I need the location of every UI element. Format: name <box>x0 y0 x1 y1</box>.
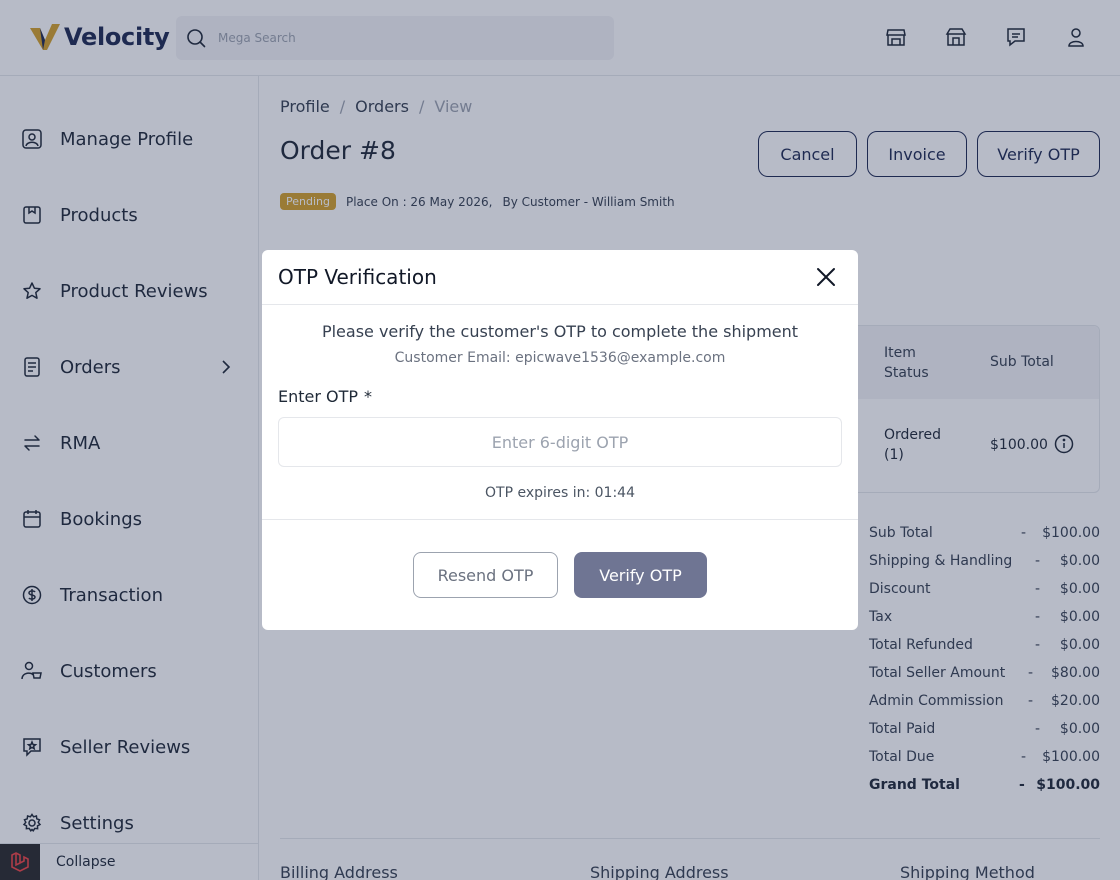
modal-message: Please verify the customer's OTP to comp… <box>321 322 799 341</box>
otp-expiry-timer: OTP expires in: 01:44 <box>485 485 635 501</box>
otp-input[interactable] <box>278 417 842 467</box>
otp-label: Enter OTP * <box>278 387 372 406</box>
customer-email: Customer Email: epicwave1536@example.com <box>394 350 726 366</box>
otp-verification-modal: OTP Verification Please verify the custo… <box>262 250 858 630</box>
modal-verify-otp-button[interactable]: Verify OTP <box>574 552 707 598</box>
modal-title: OTP Verification <box>278 265 437 289</box>
required-mark: * <box>364 387 373 406</box>
modal-header: OTP Verification <box>262 250 858 305</box>
otp-label-text: Enter OTP <box>278 387 359 406</box>
resend-otp-button[interactable]: Resend OTP <box>413 552 558 598</box>
modal-footer-divider <box>262 519 858 520</box>
close-icon[interactable] <box>814 265 838 289</box>
